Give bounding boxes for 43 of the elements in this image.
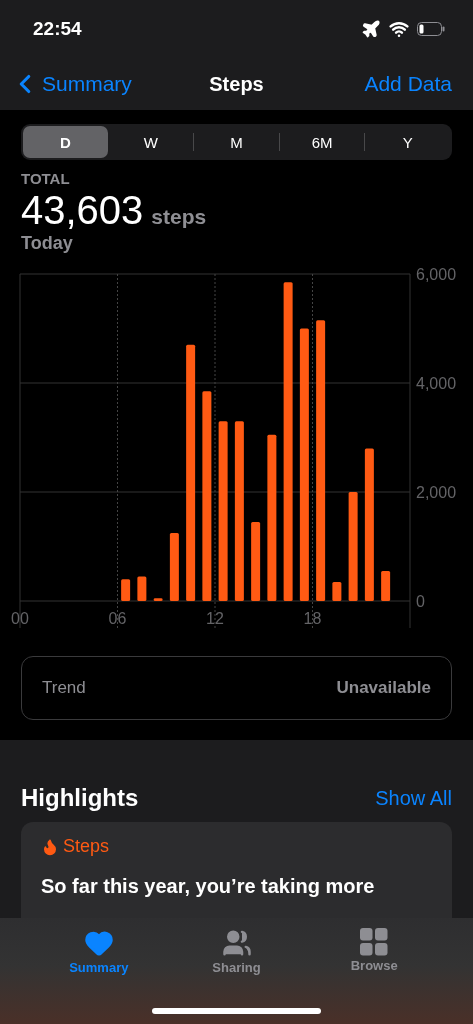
add-data-link[interactable]: Add Data: [364, 72, 452, 96]
bar: [332, 581, 342, 601]
tab-bar-item[interactable]: Summary: [30, 918, 168, 1024]
range-tab[interactable]: W: [108, 126, 194, 158]
nav-title: Steps: [209, 72, 264, 96]
total-value: 43,603: [21, 188, 144, 233]
airplane-icon: [361, 19, 381, 39]
tab-bar-item[interactable]: Sharing: [167, 918, 306, 1024]
highlight-category: Steps: [63, 836, 110, 857]
bar: [381, 571, 391, 601]
tab-bar-item[interactable]: Browse: [305, 918, 443, 1024]
axis-label: 18: [303, 610, 322, 627]
highlight-text: So far this year, you’re taking more: [41, 874, 376, 899]
battery-icon: [417, 22, 445, 36]
highlights-title: Highlights: [21, 784, 139, 812]
back-link[interactable]: Summary: [10, 69, 132, 99]
people-icon: [221, 928, 252, 958]
bar: [121, 579, 131, 601]
total-caption: TOTAL: [21, 170, 71, 187]
period-label: Today: [21, 233, 74, 254]
range-tab[interactable]: M: [194, 126, 279, 158]
flame-icon: [41, 837, 59, 856]
range-tab[interactable]: D: [23, 126, 108, 158]
bar: [153, 598, 163, 601]
status-time: 22:54: [33, 18, 82, 40]
wifi-icon: [389, 19, 409, 39]
axis-label: 4,000: [416, 375, 457, 392]
bar: [137, 576, 147, 601]
axis-label: 12: [206, 610, 224, 627]
axis-label: 2,000: [416, 484, 457, 501]
range-tab[interactable]: 6M: [279, 126, 365, 158]
axis-label: 0: [416, 593, 425, 610]
trend-label: Trend: [42, 678, 86, 698]
axis-label: 00: [11, 610, 29, 627]
axis-label: 06: [108, 610, 127, 627]
grid-icon: [360, 928, 389, 956]
show-all-link[interactable]: Show All: [375, 786, 452, 810]
total-unit: steps: [151, 205, 207, 229]
range-tab[interactable]: Y: [365, 126, 450, 158]
axis-label: 6,000: [416, 266, 457, 283]
highlight-card[interactable]: Steps So far this year, you’re taking more: [21, 822, 452, 918]
bar: [169, 532, 179, 601]
trend-value: Unavailable: [336, 678, 431, 698]
